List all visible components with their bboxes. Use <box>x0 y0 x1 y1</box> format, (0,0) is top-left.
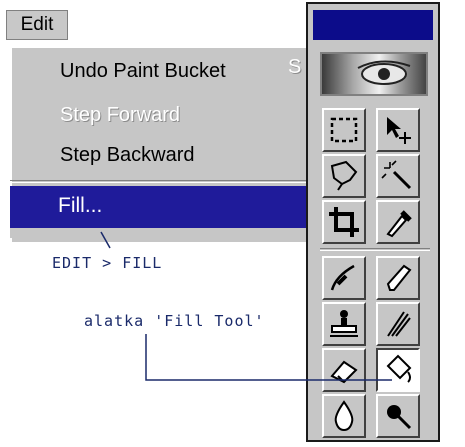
marquee-tool-icon <box>330 117 358 143</box>
palette-separator <box>320 248 430 251</box>
lasso-tool[interactable] <box>322 154 366 198</box>
annotation-tool-note: alatka 'Fill Tool' <box>84 312 265 330</box>
move-tool[interactable] <box>376 108 420 152</box>
lasso-tool-icon <box>330 160 358 191</box>
menu-shortcut: S <box>288 56 302 78</box>
annotation-menu-path: EDIT > FILL <box>52 254 163 272</box>
menu-item-step-forward: Step Forward <box>60 104 181 126</box>
menu-item-fill-label: Fill... <box>58 194 103 217</box>
dropdown-footer <box>10 228 306 238</box>
burn-tool-icon <box>387 405 412 430</box>
move-tool-icon <box>387 117 411 144</box>
menu-separator <box>10 180 306 183</box>
pencil-tool[interactable] <box>376 256 420 300</box>
crop-tool[interactable] <box>322 200 366 244</box>
pencil-tool-icon <box>386 264 412 291</box>
edit-menu[interactable]: Edit <box>6 10 68 40</box>
blur-tool-icon <box>334 400 354 432</box>
paint-bucket-tool-icon <box>386 354 412 383</box>
smudge-tool[interactable] <box>376 302 420 346</box>
crop-tool-icon <box>329 207 359 237</box>
palette-titlebar[interactable] <box>313 10 433 40</box>
menu-item-undo-paint-bucket[interactable]: Undo Paint Bucket <box>60 60 226 83</box>
eraser-tool-icon <box>330 360 358 384</box>
smudge-tool-icon <box>387 311 411 337</box>
menu-item-step-backward[interactable]: Step Backward <box>60 144 195 167</box>
eraser-tool[interactable] <box>322 348 366 392</box>
menu-item-fill[interactable]: Fill... <box>10 186 306 228</box>
airbrush-tool-icon <box>330 264 355 291</box>
eyedropper-tool[interactable] <box>376 200 420 244</box>
paint-bucket-tool[interactable] <box>376 348 420 392</box>
airbrush-tool[interactable] <box>322 256 366 300</box>
marquee-tool[interactable] <box>322 108 366 152</box>
burn-tool[interactable] <box>376 394 420 438</box>
blur-tool[interactable] <box>322 394 366 438</box>
magic-wand-tool[interactable] <box>376 154 420 198</box>
eyedropper-tool-icon <box>386 210 412 238</box>
rubber-stamp-tool[interactable] <box>322 302 366 346</box>
magic-wand-tool-icon <box>381 160 412 190</box>
palette-logo-icon <box>320 52 428 96</box>
rubber-stamp-tool-icon <box>330 310 358 337</box>
